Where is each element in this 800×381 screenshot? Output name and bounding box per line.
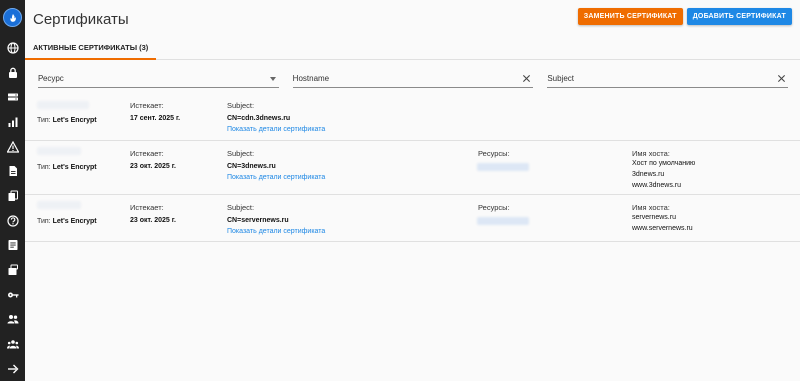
warning-icon[interactable] [0,134,25,159]
resources-label: Ресурсы: [478,203,510,212]
certificate-name-redacted [37,201,81,209]
subject-value: CN=cdn.3dnews.ru [227,115,291,122]
users-icon[interactable] [0,307,25,332]
expires-value: 17 сент. 2025 г. [130,115,181,122]
clear-subject-icon[interactable] [777,74,786,83]
expires-value: 23 окт. 2025 г. [130,163,176,170]
group-icon[interactable] [0,332,25,357]
main-content: Сертификаты ЗАМЕНИТЬ СЕРТИФИКАТ ДОБАВИТЬ… [25,0,800,381]
help-icon[interactable] [0,208,25,233]
subject-value: CN=servernews.ru [227,217,289,224]
show-details-link[interactable]: Показать детали сертификата [227,228,325,235]
clear-hostname-icon[interactable] [522,74,531,83]
resources-label: Ресурсы: [478,149,510,158]
notes-icon[interactable] [0,233,25,258]
host-item: 3dnews.ru [632,171,665,178]
subject-input[interactable]: Subject [547,70,789,88]
host-item: www.3dnews.ru [632,182,682,189]
certificate-row: Тип: Let's Encrypt Истекает: 23 окт. 202… [25,141,800,195]
type-prefix: Тип: [37,117,51,124]
copy-icon[interactable] [0,184,25,209]
lock-icon[interactable] [0,60,25,85]
type-value: Let's Encrypt [52,164,97,171]
certificate-type: Тип: Let's Encrypt [37,164,97,171]
key-icon[interactable] [0,282,25,307]
logo-icon [3,8,22,28]
resource-placeholder: Ресурс [38,74,64,83]
certificate-type: Тип: Let's Encrypt [37,117,97,124]
host-item: servernews.ru [632,214,676,221]
expires-value: 23 окт. 2025 г. [130,217,176,224]
hostname-placeholder: Hostname [292,74,330,83]
resource-select[interactable]: Ресурс [38,70,279,88]
globe-icon[interactable] [0,36,25,61]
filters: Ресурс Hostname Subject [38,70,789,88]
certificate-name-redacted [37,147,81,155]
type-prefix: Тип: [37,164,51,171]
logo[interactable] [0,0,25,36]
sidebar [0,0,25,381]
subject-label: Subject: [227,101,255,110]
show-details-link[interactable]: Показать детали сертификата [227,174,325,181]
expires-label: Истекает: [130,149,164,158]
subject-placeholder: Subject [547,74,575,83]
type-value: Let's Encrypt [52,218,97,225]
hostname-label: Имя хоста: [632,149,670,158]
certificate-icon[interactable] [0,258,25,283]
header-actions: ЗАМЕНИТЬ СЕРТИФИКАТ ДОБАВИТЬ СЕРТИФИКАТ [577,8,792,25]
resources-redacted [477,217,529,225]
add-certificate-button[interactable]: ДОБАВИТЬ СЕРТИФИКАТ [686,8,792,25]
subject-label: Subject: [227,203,255,212]
expires-label: Истекает: [130,203,164,212]
arrow-right-icon[interactable] [0,356,25,381]
header: Сертификаты ЗАМЕНИТЬ СЕРТИФИКАТ ДОБАВИТЬ… [33,8,792,30]
expires-label: Истекает: [130,101,164,110]
subject-label: Subject: [227,149,255,158]
certificate-row: Тип: Let's Encrypt Истекает: 17 сент. 20… [25,95,800,141]
page-title: Сертификаты [33,10,129,28]
replace-certificate-button[interactable]: ЗАМЕНИТЬ СЕРТИФИКАТ [577,8,683,25]
type-value: Let's Encrypt [52,117,97,124]
type-prefix: Тип: [37,218,51,225]
certificate-row: Тип: Let's Encrypt Истекает: 23 окт. 202… [25,195,800,242]
server-icon[interactable] [0,85,25,110]
tab-bar: АКТИВНЫЕ СЕРТИФИКАТЫ (3) [25,36,800,60]
certificate-type: Тип: Let's Encrypt [37,218,97,225]
host-item: www.servernews.ru [632,225,693,232]
certificate-list: Тип: Let's Encrypt Истекает: 17 сент. 20… [25,95,800,242]
hostname-input[interactable]: Hostname [292,70,534,88]
chart-icon[interactable] [0,110,25,135]
subject-value: CN=3dnews.ru [227,163,276,170]
chevron-down-icon[interactable] [269,77,276,81]
hostname-label: Имя хоста: [632,203,670,212]
certificate-name-redacted [37,101,89,109]
resources-redacted [477,163,529,171]
host-item: Хост по умолчанию [632,160,696,167]
document-icon[interactable] [0,159,25,184]
tab-active-certificates[interactable]: АКТИВНЫЕ СЕРТИФИКАТЫ (3) [25,36,157,60]
show-details-link[interactable]: Показать детали сертификата [227,126,325,133]
